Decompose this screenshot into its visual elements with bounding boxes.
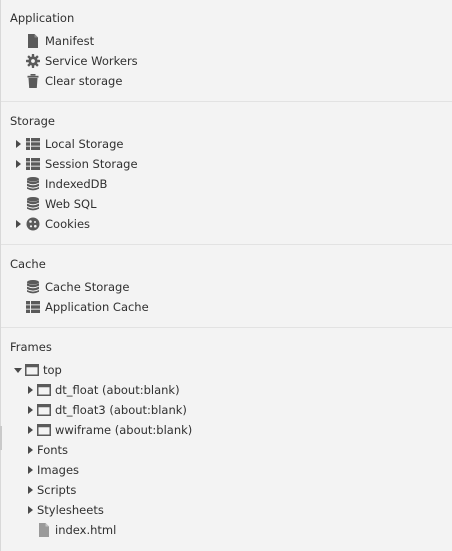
cookie-icon xyxy=(26,217,40,231)
tree-item-label: wwiframe (about:blank) xyxy=(55,423,193,437)
tree-item-label: dt_float3 (about:blank) xyxy=(55,403,187,417)
application-sidebar: Application Manifest Service Workers Cle… xyxy=(0,0,452,551)
tree-item-stylesheets[interactable]: Stylesheets xyxy=(0,500,452,520)
tree-item-top-frame[interactable]: top xyxy=(0,360,452,380)
frame-icon xyxy=(37,424,51,436)
database-icon xyxy=(27,197,39,211)
section-divider xyxy=(1,244,452,245)
expand-arrow-icon[interactable] xyxy=(28,406,33,414)
tree-item-images[interactable]: Images xyxy=(0,460,452,480)
tree-item-local-storage[interactable]: Local Storage xyxy=(0,134,452,154)
tree-item-label: Service Workers xyxy=(45,54,138,68)
expand-arrow-icon[interactable] xyxy=(28,386,33,394)
tree-item-frame-dt-float[interactable]: dt_float (about:blank) xyxy=(0,380,452,400)
tree-item-manifest[interactable]: Manifest xyxy=(0,31,452,51)
grid-icon xyxy=(26,301,40,313)
database-icon xyxy=(27,177,39,191)
trash-icon xyxy=(27,74,39,88)
tree-item-label: Session Storage xyxy=(45,157,138,171)
frame-icon xyxy=(25,364,39,376)
tree-item-fonts[interactable]: Fonts xyxy=(0,440,452,460)
file-icon xyxy=(39,523,49,537)
gear-icon xyxy=(26,54,40,68)
section-divider xyxy=(1,101,452,102)
tree-item-cache-storage[interactable]: Cache Storage xyxy=(0,277,452,297)
tree-item-label: Scripts xyxy=(37,483,77,497)
expand-arrow-icon[interactable] xyxy=(28,466,33,474)
tree-item-label: Cookies xyxy=(45,217,91,231)
section-divider xyxy=(1,327,452,328)
grid-icon xyxy=(26,138,40,150)
tree-item-label: Stylesheets xyxy=(37,503,104,517)
tree-item-label: dt_float (about:blank) xyxy=(55,383,180,397)
collapse-arrow-icon[interactable] xyxy=(14,368,22,373)
tree-item-clear-storage[interactable]: Clear storage xyxy=(0,71,452,91)
tree-item-label: IndexedDB xyxy=(45,177,108,191)
section-title-cache: Cache xyxy=(10,257,46,271)
tree-item-label: Images xyxy=(37,463,80,477)
tree-item-cookies[interactable]: Cookies xyxy=(0,214,452,234)
expand-arrow-icon[interactable] xyxy=(16,220,21,228)
tree-item-indexeddb[interactable]: IndexedDB xyxy=(0,174,452,194)
section-title-frames: Frames xyxy=(10,340,52,354)
expand-arrow-icon[interactable] xyxy=(28,446,33,454)
expand-arrow-icon[interactable] xyxy=(28,486,33,494)
section-title-application: Application xyxy=(10,11,75,25)
tree-item-label: Web SQL xyxy=(45,197,97,211)
expand-arrow-icon[interactable] xyxy=(16,160,21,168)
tree-item-frame-wwiframe[interactable]: wwiframe (about:blank) xyxy=(0,420,452,440)
tree-item-label: Fonts xyxy=(37,443,69,457)
frame-icon xyxy=(37,384,51,396)
tree-item-label: Application Cache xyxy=(45,300,149,314)
tree-item-label: Local Storage xyxy=(45,137,124,151)
tree-item-index-html[interactable]: index.html xyxy=(0,520,452,540)
tree-item-frame-dt-float3[interactable]: dt_float3 (about:blank) xyxy=(0,400,452,420)
expand-arrow-icon[interactable] xyxy=(28,426,33,434)
tree-item-label: Clear storage xyxy=(45,74,123,88)
frame-icon xyxy=(37,404,51,416)
grid-icon xyxy=(26,158,40,170)
tree-item-label: top xyxy=(43,363,62,377)
tree-item-web-sql[interactable]: Web SQL xyxy=(0,194,452,214)
tree-item-service-workers[interactable]: Service Workers xyxy=(0,51,452,71)
document-icon xyxy=(28,34,38,48)
tree-item-session-storage[interactable]: Session Storage xyxy=(0,154,452,174)
tree-item-label: index.html xyxy=(55,523,117,537)
expand-arrow-icon[interactable] xyxy=(28,506,33,514)
tree-item-scripts[interactable]: Scripts xyxy=(0,480,452,500)
expand-arrow-icon[interactable] xyxy=(16,140,21,148)
database-icon xyxy=(27,280,39,294)
tree-item-label: Manifest xyxy=(45,34,95,48)
tree-item-application-cache[interactable]: Application Cache xyxy=(0,297,452,317)
tree-item-label: Cache Storage xyxy=(45,280,130,294)
section-title-storage: Storage xyxy=(10,114,55,128)
